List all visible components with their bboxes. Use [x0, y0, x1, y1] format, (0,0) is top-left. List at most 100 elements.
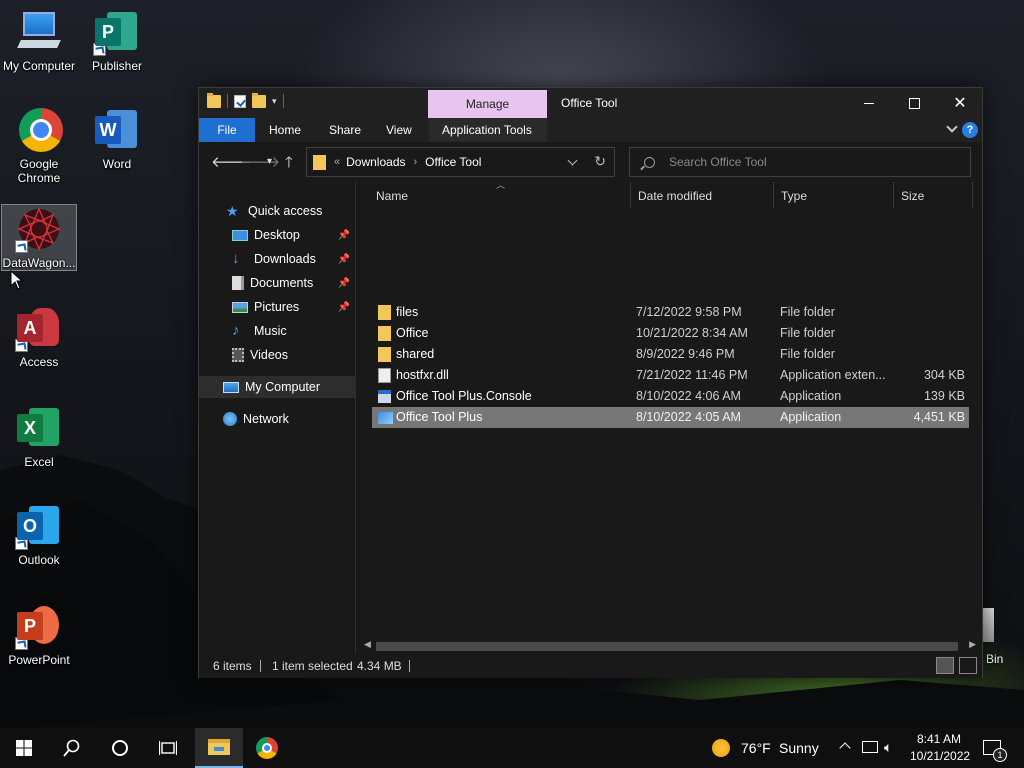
address-bar[interactable]: « Downloads › Office Tool ↻: [306, 147, 615, 177]
desktop-icon-google-chrome[interactable]: Google Chrome: [0, 106, 78, 185]
powerpoint-icon: P: [15, 602, 63, 650]
taskbar-chrome[interactable]: [243, 728, 291, 768]
help-icon[interactable]: ?: [962, 122, 978, 138]
scroll-left-icon[interactable]: ◀: [364, 639, 371, 650]
column-header-type[interactable]: Type: [774, 182, 892, 210]
close-button[interactable]: ✕: [937, 88, 983, 118]
table-row[interactable]: shared 8/9/2022 9:46 PM File folder: [372, 344, 969, 365]
start-button[interactable]: [0, 728, 48, 768]
task-view-button[interactable]: [144, 728, 192, 768]
recent-locations-icon[interactable]: ▾: [267, 156, 272, 167]
file-explorer-window[interactable]: ▾ Manage Office Tool ✕ File Home Share V…: [198, 87, 983, 678]
new-folder-icon[interactable]: [252, 92, 266, 108]
folder-icon: [207, 92, 221, 108]
weather-description[interactable]: Sunny: [779, 740, 819, 756]
breadcrumb-downloads[interactable]: Downloads: [346, 155, 405, 169]
expand-ribbon-icon[interactable]: [946, 121, 958, 133]
word-icon: W: [93, 106, 141, 154]
pin-icon[interactable]: 📌: [338, 278, 350, 289]
windows-icon: [16, 740, 32, 756]
nav-item-pictures[interactable]: Pictures 📌: [199, 296, 356, 318]
navigation-bar: 🡐 🡒 ▾ 🡑 « Downloads › Office Tool ↻ Sear…: [199, 142, 982, 182]
search-icon: [644, 156, 655, 168]
nav-item-documents[interactable]: Documents 📌: [199, 272, 356, 294]
address-dropdown-icon[interactable]: [567, 155, 578, 166]
properties-icon[interactable]: [234, 94, 246, 108]
forward-button[interactable]: 🡒: [240, 152, 280, 171]
computer-icon: [223, 381, 239, 393]
status-item-count: 6 items: [213, 659, 252, 673]
taskbar-file-explorer[interactable]: [195, 728, 243, 768]
tab-manage[interactable]: Manage: [428, 90, 547, 118]
tab-application-tools[interactable]: Application Tools: [429, 118, 547, 142]
tab-file[interactable]: File: [199, 118, 255, 142]
customize-toolbar-icon[interactable]: ▾: [272, 96, 277, 107]
show-hidden-icons-icon[interactable]: [839, 742, 851, 754]
maximize-button[interactable]: [891, 88, 937, 118]
desktop-icon-excel[interactable]: X Excel: [0, 404, 78, 469]
breadcrumb-overflow[interactable]: «: [334, 156, 340, 168]
tab-share[interactable]: Share: [319, 118, 371, 142]
folder-icon: [378, 326, 391, 341]
refresh-icon[interactable]: ↻: [594, 153, 606, 170]
search-input[interactable]: Search Office Tool: [669, 155, 767, 169]
breadcrumb-office-tool[interactable]: Office Tool: [425, 155, 481, 169]
star-icon: ★: [226, 203, 239, 219]
scroll-right-icon[interactable]: ▶: [969, 639, 976, 650]
pin-icon[interactable]: 📌: [338, 302, 350, 313]
table-row[interactable]: hostfxr.dll 7/21/2022 11:46 PM Applicati…: [372, 365, 969, 386]
large-icons-view-icon[interactable]: [959, 657, 977, 674]
scrollbar-thumb[interactable]: [376, 642, 958, 651]
column-header-name[interactable]: Name: [369, 182, 627, 210]
search-box[interactable]: Search Office Tool: [629, 147, 971, 177]
clock-date[interactable]: 10/21/2022: [910, 749, 970, 763]
nav-item-videos[interactable]: Videos: [199, 344, 356, 366]
nav-item-quick-access[interactable]: ★ Quick access: [199, 200, 356, 222]
network-tray-icon[interactable]: [862, 741, 878, 753]
pin-icon[interactable]: 📌: [338, 230, 350, 241]
details-view-icon[interactable]: [936, 657, 954, 674]
tab-home[interactable]: Home: [259, 118, 311, 142]
minimize-button[interactable]: [846, 88, 892, 118]
cortana-icon: [112, 740, 128, 756]
nav-item-music[interactable]: ♪ Music: [199, 320, 356, 342]
search-button[interactable]: [48, 728, 96, 768]
pin-icon[interactable]: 📌: [338, 254, 350, 265]
volume-icon[interactable]: 🔈︎: [884, 739, 892, 756]
videos-icon: [232, 348, 244, 362]
desktop-icon-recycle-bin-label[interactable]: Bin: [986, 652, 1003, 666]
nav-item-downloads[interactable]: ↓ Downloads 📌: [199, 248, 356, 270]
clock-time[interactable]: 8:41 AM: [917, 732, 961, 746]
title-bar[interactable]: ▾ Manage Office Tool ✕: [199, 88, 982, 118]
table-row[interactable]: files 7/12/2022 9:58 PM File folder: [372, 302, 969, 323]
desktop-icon-word[interactable]: W Word: [78, 106, 156, 171]
table-row-selected[interactable]: Office Tool Plus 8/10/2022 4:05 AM Appli…: [372, 407, 969, 428]
nav-item-desktop[interactable]: Desktop 📌: [199, 224, 356, 246]
up-button[interactable]: 🡑: [285, 152, 293, 177]
cortana-button[interactable]: [96, 728, 144, 768]
tab-view[interactable]: View: [376, 118, 422, 142]
folder-icon: [378, 347, 391, 362]
weather-sun-icon[interactable]: [712, 739, 730, 757]
datawagon-icon: [15, 205, 63, 253]
desktop-icon-datawagon[interactable]: DataWagon...: [1, 204, 77, 271]
nav-item-network[interactable]: Network: [199, 408, 356, 430]
column-header-date-modified[interactable]: Date modified: [631, 182, 773, 210]
chrome-icon: [256, 737, 278, 759]
nav-item-my-computer[interactable]: My Computer: [199, 376, 356, 398]
table-row[interactable]: Office 10/21/2022 8:34 AM File folder: [372, 323, 969, 344]
mouse-cursor-icon: [10, 270, 24, 290]
desktop-icon-access[interactable]: A Access: [0, 304, 78, 369]
desktop-icon-publisher[interactable]: P Publisher: [78, 8, 156, 73]
status-size: 4.34 MB: [357, 659, 402, 673]
column-divider[interactable]: [972, 182, 973, 208]
desktop-icon-powerpoint[interactable]: P PowerPoint: [0, 602, 78, 667]
horizontal-scrollbar[interactable]: ◀ ▶: [360, 638, 980, 654]
task-view-icon: [159, 741, 177, 755]
table-row[interactable]: Office Tool Plus.Console 8/10/2022 4:06 …: [372, 386, 969, 407]
weather-temperature[interactable]: 76°F: [741, 740, 771, 756]
desktop-icon-my-computer[interactable]: My Computer: [0, 8, 78, 73]
column-header-size[interactable]: Size: [894, 182, 972, 210]
console-app-icon: [378, 390, 391, 403]
desktop-icon-outlook[interactable]: O Outlook: [0, 502, 78, 567]
